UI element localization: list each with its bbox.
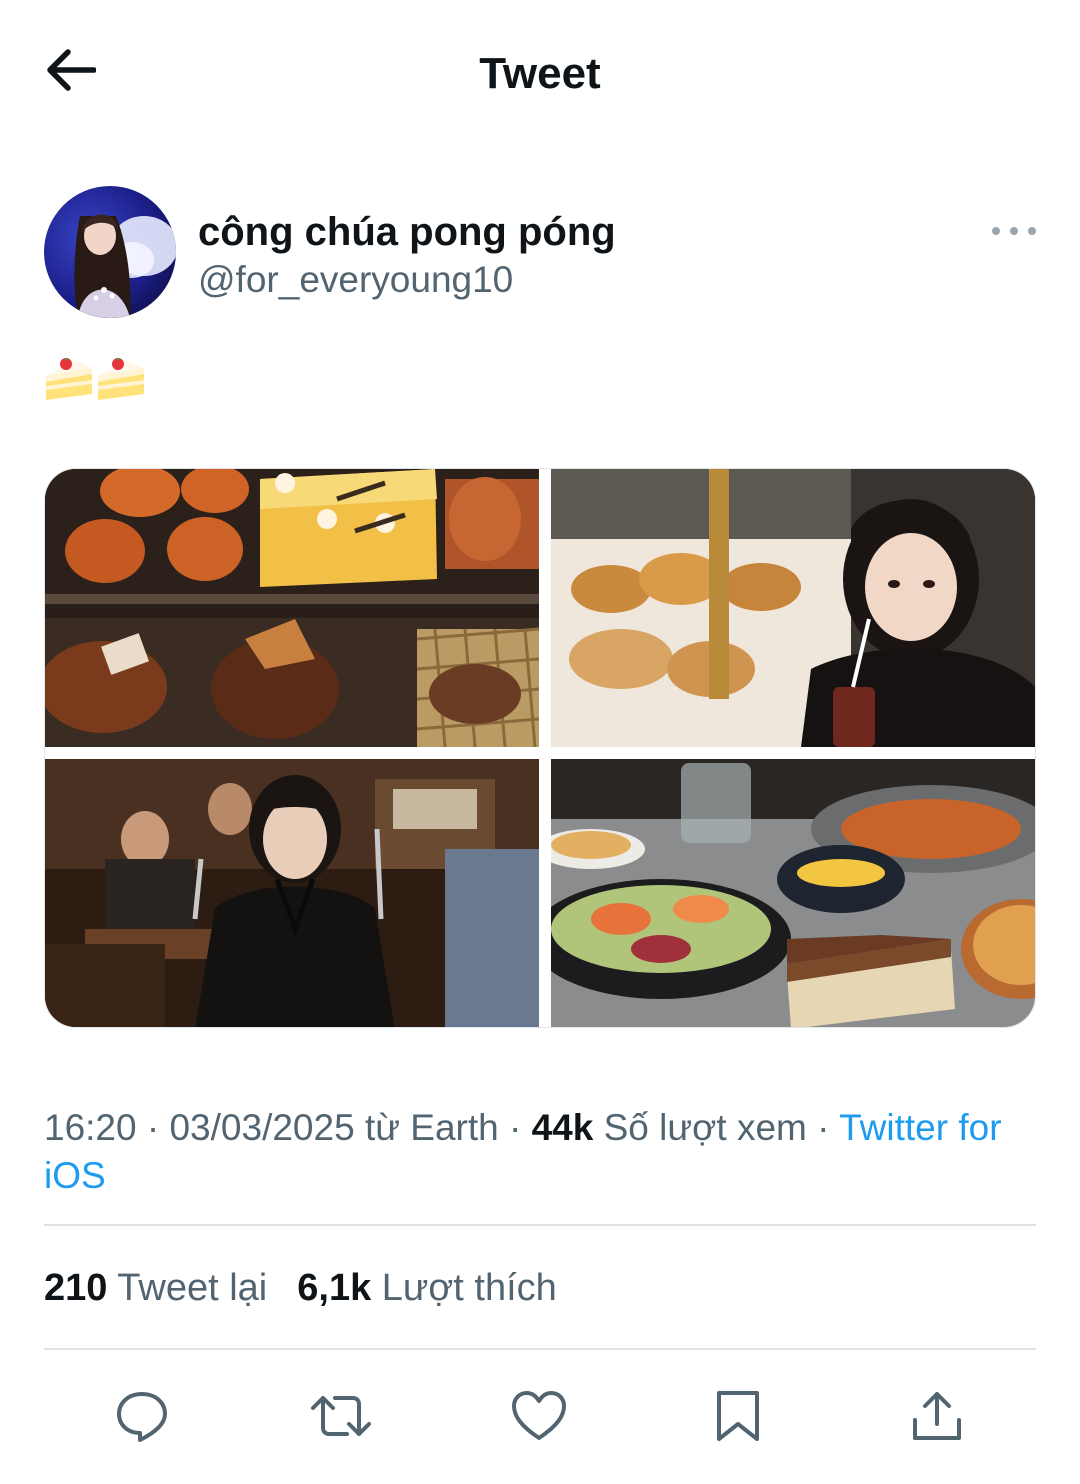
divider [44,1348,1036,1350]
user-handle[interactable]: @for_everyoung10 [198,258,513,302]
shortcake-emoji-icon [96,354,146,406]
likes-label: Lượt thích [381,1267,557,1309]
meta-separator: · [136,1107,170,1148]
tweet-time: 16:20 [44,1107,137,1148]
tweet-date: 03/03/2025 [169,1107,355,1148]
tweet-location: từ Earth [354,1107,499,1148]
photo-4[interactable] [551,759,1035,1027]
share-button[interactable] [905,1386,969,1450]
tweet-text [44,354,146,406]
likes-stat[interactable]: 6,1k Lượt thích [297,1264,557,1312]
reply-button[interactable] [110,1386,174,1450]
photo-3[interactable] [45,759,539,1027]
photo-1[interactable] [45,469,539,747]
retweets-stat[interactable]: 210 Tweet lại [44,1264,267,1312]
bookmark-button[interactable] [706,1386,770,1450]
media-grid [44,468,1036,1028]
more-options-button[interactable] [992,216,1036,246]
display-name[interactable]: công chúa pong póng [198,208,616,256]
tweet-stats: 210 Tweet lại 6,1k Lượt thích [44,1264,587,1312]
retweet-button[interactable] [309,1386,373,1450]
tweet-author: công chúa pong póng @for_everyoung10 [44,186,1036,320]
avatar[interactable] [44,186,176,318]
tweet-meta: 16:20 · 03/03/2025 từ Earth · 44k Số lượ… [44,1104,1004,1200]
more-dot-icon [992,227,1000,235]
action-bar [44,1386,1036,1450]
top-bar: Tweet [0,0,1080,150]
shortcake-emoji-icon [44,354,94,406]
meta-separator: · [806,1107,840,1148]
more-dot-icon [1010,227,1018,235]
meta-separator: · [498,1107,532,1148]
likes-count: 6,1k [297,1267,372,1309]
photo-2[interactable] [551,469,1035,747]
retweets-label: Tweet lại [117,1267,268,1309]
bookmark-icon [714,1388,762,1449]
views-label: Số lượt xem [593,1107,807,1148]
retweets-count: 210 [44,1267,108,1309]
page-title: Tweet [479,49,601,98]
reply-icon [114,1388,170,1449]
divider [44,1224,1036,1226]
views-count[interactable]: 44k [532,1107,594,1148]
more-dot-icon [1028,227,1036,235]
share-icon [909,1388,965,1449]
retweet-icon [309,1388,373,1449]
like-icon [511,1390,567,1447]
like-button[interactable] [507,1386,571,1450]
